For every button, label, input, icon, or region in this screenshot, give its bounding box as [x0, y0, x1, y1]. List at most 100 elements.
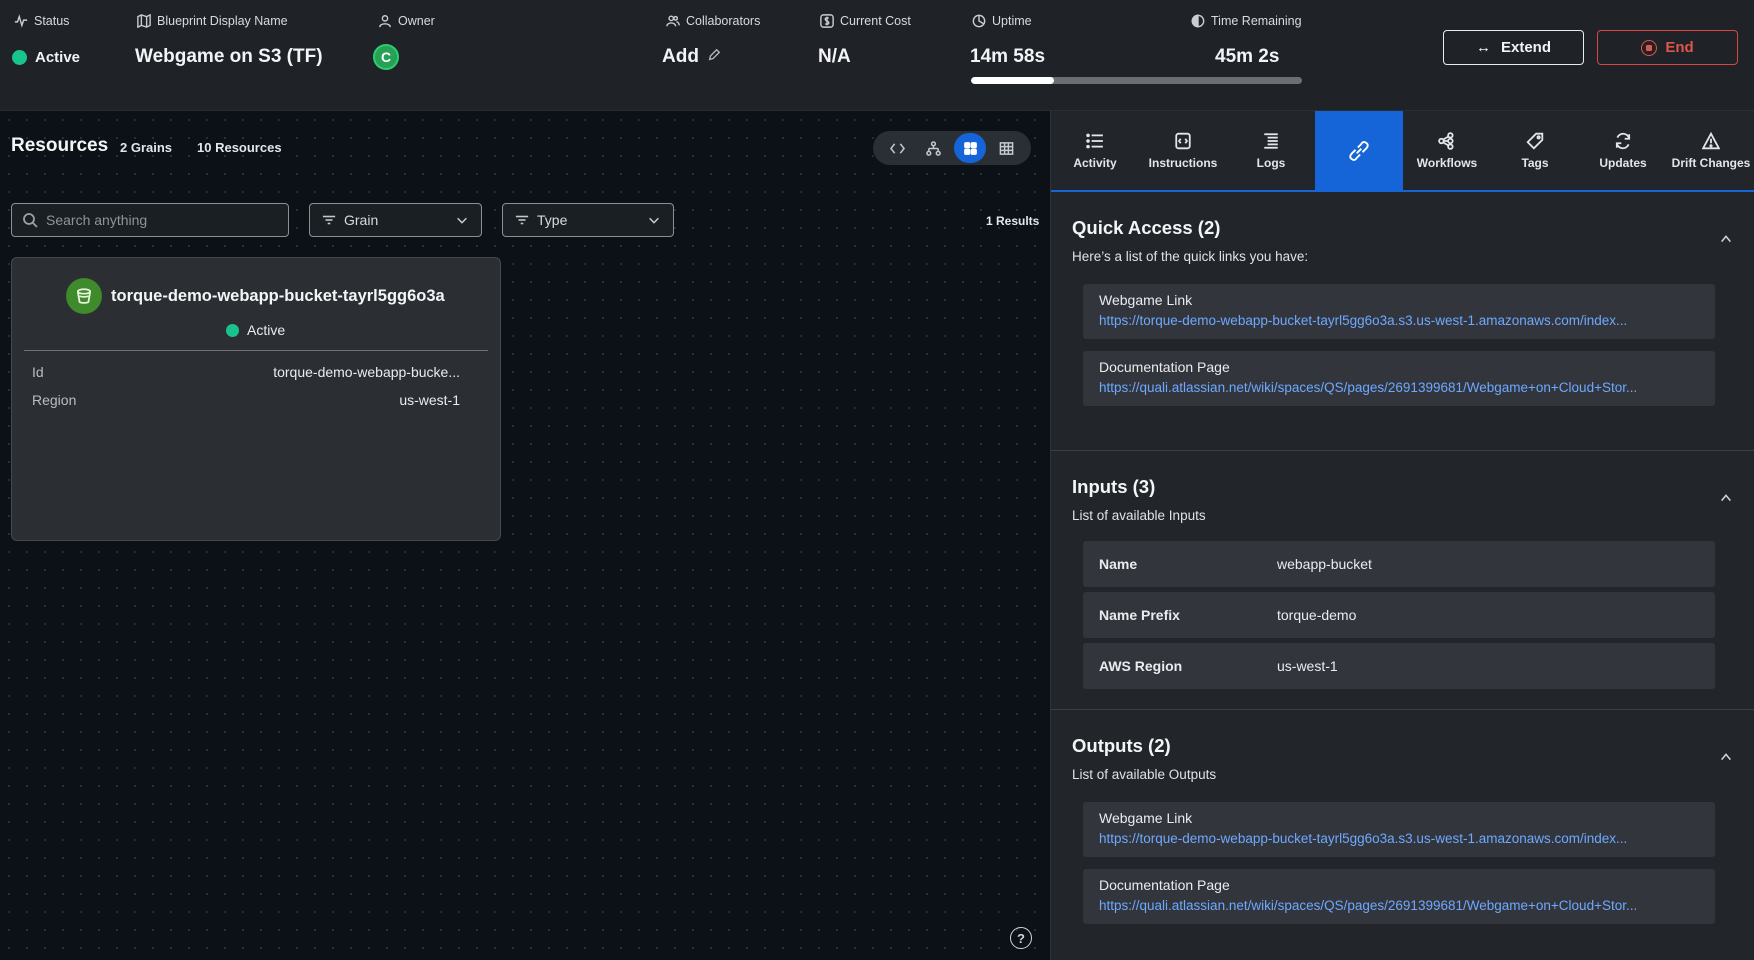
input-row: Name Prefix torque-demo	[1083, 592, 1715, 638]
filter-icon	[322, 215, 336, 225]
uptime-value: 14m 58s	[970, 46, 1046, 67]
resource-status: Active	[226, 322, 285, 338]
add-collaborator-button[interactable]: Add	[662, 46, 721, 68]
collapse-inputs-button[interactable]	[1719, 491, 1733, 505]
resource-card[interactable]: torque-demo-webapp-bucket-tayrl5gg6o3a A…	[11, 257, 501, 541]
output-item: Documentation Page https://quali.atlassi…	[1083, 869, 1715, 924]
stop-icon	[1641, 39, 1658, 56]
resource-name: torque-demo-webapp-bucket-tayrl5gg6o3a	[111, 287, 445, 305]
grain-filter-dropdown[interactable]: Grain	[309, 203, 482, 237]
outputs-title: Outputs (2)	[1072, 735, 1171, 756]
status-label: Status	[14, 14, 69, 28]
uptime-label: Uptime	[972, 14, 1032, 28]
tab-tags[interactable]: Tags	[1491, 111, 1579, 190]
warning-icon	[1702, 131, 1720, 149]
tab-drift-changes[interactable]: Drift Changes	[1667, 111, 1754, 190]
timer-icon	[1191, 14, 1205, 28]
search-field[interactable]	[11, 203, 289, 237]
search-icon	[23, 213, 38, 228]
end-button[interactable]: End	[1597, 30, 1738, 65]
output-name: Webgame Link	[1099, 810, 1193, 826]
resource-id-value: torque-demo-webapp-bucke...	[273, 364, 460, 380]
results-count: 1 Results	[986, 214, 1040, 228]
filter-icon	[515, 215, 529, 225]
view-switcher	[873, 131, 1031, 165]
uptime-progress-fill	[971, 77, 1054, 84]
resource-id-label: Id	[32, 364, 44, 380]
resource-region-value: us-west-1	[399, 392, 460, 408]
s3-bucket-icon	[66, 278, 102, 314]
time-remaining-label: Time Remaining	[1191, 14, 1302, 28]
card-view-button[interactable]	[954, 133, 987, 163]
code-doc-icon	[1175, 132, 1191, 149]
inputs-title: Inputs (3)	[1072, 476, 1156, 497]
chevron-down-icon	[649, 217, 659, 224]
outputs-subtitle: List of available Outputs	[1072, 767, 1217, 782]
hierarchy-icon	[926, 140, 942, 156]
blueprint-name: Webgame on S3 (TF)	[135, 46, 323, 67]
uptime-progress-bar	[971, 77, 1302, 84]
refresh-icon	[1615, 132, 1631, 149]
owner-value[interactable]: C	[373, 44, 399, 70]
chevron-down-icon	[457, 217, 467, 224]
input-row: Name webapp-bucket	[1083, 541, 1715, 587]
resources-canvas[interactable]: Resources 2 Grains 10 Resources Grain Ty…	[0, 111, 1050, 960]
grains-count: 2 Grains	[120, 140, 173, 155]
chevron-up-icon	[1721, 494, 1731, 502]
time-remaining-value: 45m 2s	[1215, 46, 1280, 67]
quick-link-item: Webgame Link https://torque-demo-webapp-…	[1083, 284, 1715, 339]
status-value: Active	[12, 49, 80, 66]
quick-link-name: Webgame Link	[1099, 292, 1193, 308]
output-url[interactable]: https://quali.atlassian.net/wiki/spaces/…	[1099, 898, 1673, 913]
tab-logs[interactable]: Logs	[1227, 111, 1315, 190]
quick-link-url[interactable]: https://torque-demo-webapp-bucket-tayrl5…	[1099, 313, 1673, 328]
divider	[24, 350, 488, 351]
chevron-up-icon	[1721, 235, 1731, 243]
diagram-view-button[interactable]	[918, 133, 950, 163]
chevron-up-icon	[1721, 753, 1731, 761]
code-icon	[889, 142, 905, 154]
status-dot-icon	[226, 323, 239, 337]
dollar-icon	[820, 14, 834, 28]
resources-count: 10 Resources	[197, 140, 282, 155]
tab-quick-links[interactable]	[1315, 111, 1403, 190]
quick-link-item: Documentation Page https://quali.atlassi…	[1083, 351, 1715, 406]
avatar[interactable]: C	[373, 44, 399, 70]
collapse-outputs-button[interactable]	[1719, 750, 1733, 764]
quick-link-url[interactable]: https://quali.atlassian.net/wiki/spaces/…	[1099, 380, 1673, 395]
status-dot-icon	[12, 50, 27, 65]
cost-label: Current Cost	[820, 14, 911, 28]
quick-link-name: Documentation Page	[1099, 359, 1230, 375]
pie-clock-icon	[972, 14, 986, 28]
type-filter-dropdown[interactable]: Type	[502, 203, 674, 237]
collapse-quick-access-button[interactable]	[1719, 232, 1733, 246]
search-input[interactable]	[46, 212, 266, 228]
resource-region-label: Region	[32, 392, 77, 408]
details-panel: Activity Instructions Logs Workflows Tag…	[1050, 111, 1754, 960]
table-view-button[interactable]	[991, 133, 1023, 163]
tab-activity[interactable]: Activity	[1051, 111, 1139, 190]
workflow-icon	[1438, 131, 1454, 150]
quick-access-title: Quick Access (2)	[1072, 217, 1221, 238]
pencil-icon[interactable]	[707, 46, 721, 68]
logs-icon	[1264, 132, 1278, 149]
list-icon	[1086, 133, 1103, 148]
tab-updates[interactable]: Updates	[1579, 111, 1667, 190]
input-row: AWS Region us-west-1	[1083, 643, 1715, 689]
help-button[interactable]: ?	[1010, 927, 1032, 949]
arrows-horizontal-icon: ↔	[1475, 39, 1491, 56]
panel-tabs: Activity Instructions Logs Workflows Tag…	[1051, 111, 1754, 192]
section-divider	[1051, 450, 1754, 451]
map-icon	[137, 14, 151, 28]
extend-button[interactable]: ↔ Extend	[1443, 30, 1584, 65]
resources-title: Resources	[11, 135, 109, 156]
tab-instructions[interactable]: Instructions	[1139, 111, 1227, 190]
cost-value: N/A	[818, 46, 851, 67]
code-view-button[interactable]	[881, 133, 913, 163]
owner-label: Owner	[378, 14, 435, 28]
link-icon	[1349, 140, 1369, 161]
tab-workflows[interactable]: Workflows	[1403, 111, 1491, 190]
output-item: Webgame Link https://torque-demo-webapp-…	[1083, 802, 1715, 857]
tag-icon	[1526, 132, 1544, 150]
output-url[interactable]: https://torque-demo-webapp-bucket-tayrl5…	[1099, 831, 1673, 846]
